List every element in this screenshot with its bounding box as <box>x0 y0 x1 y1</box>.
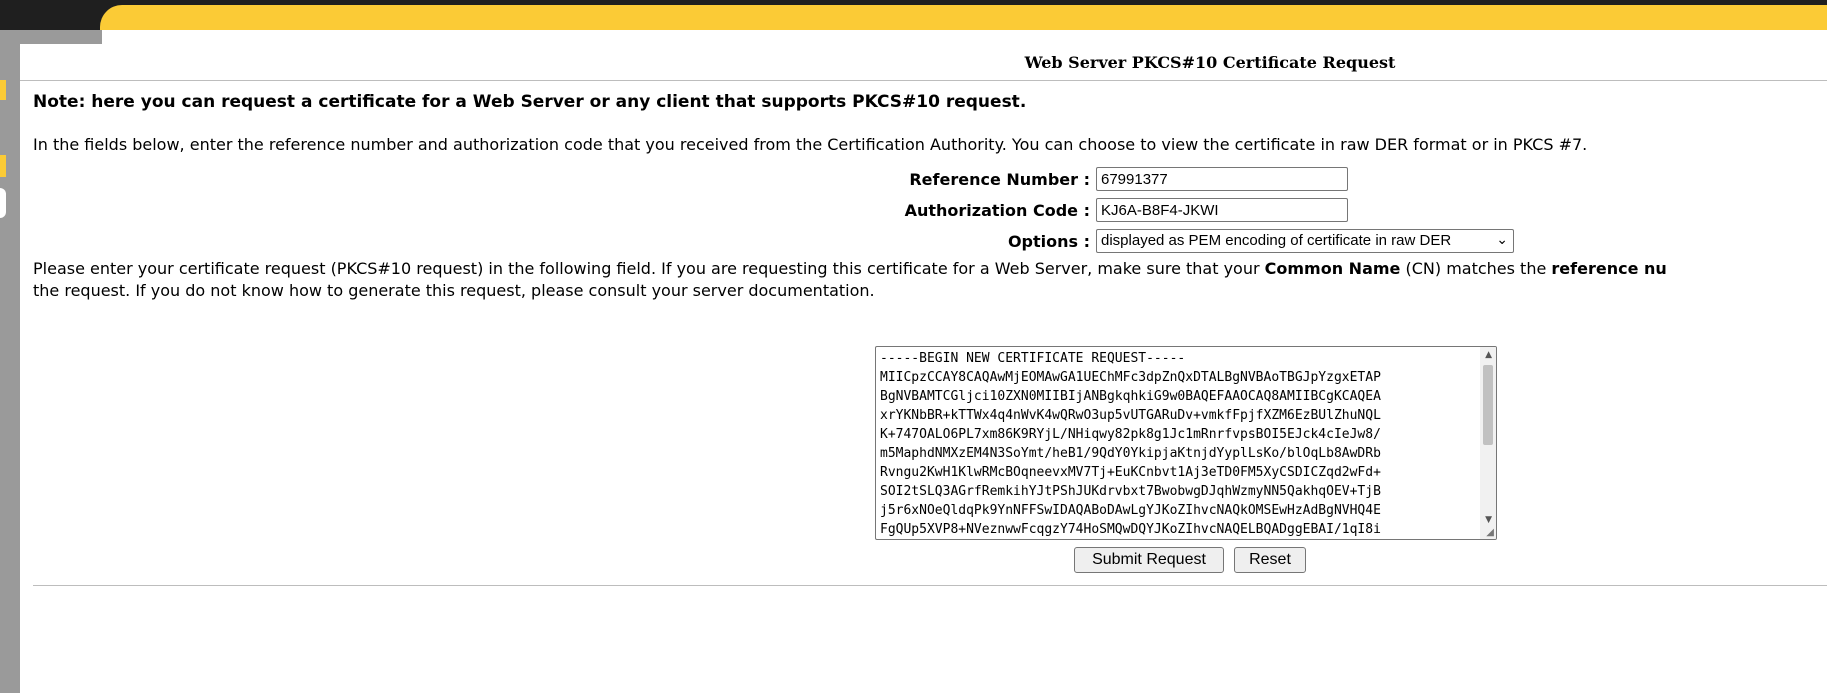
scroll-up-icon[interactable]: ▲ <box>1485 350 1492 360</box>
scroll-down-icon[interactable]: ▼ <box>1485 515 1492 525</box>
intro-text: In the fields below, enter the reference… <box>33 135 1588 154</box>
page-title: Web Server PKCS#10 Certificate Request <box>1024 53 1396 72</box>
certificate-request-text: -----BEGIN NEW CERTIFICATE REQUEST----- … <box>880 351 1381 537</box>
options-selected-value: displayed as PEM encoding of certificate… <box>1101 232 1452 249</box>
left-rail-tab[interactable] <box>0 188 6 218</box>
left-rail <box>0 30 20 693</box>
instructions-bold-reference: reference nu <box>1551 259 1667 278</box>
bottom-divider <box>33 585 1827 586</box>
header-tab-strip <box>100 5 1827 32</box>
textarea-scrollbar[interactable]: ▲ ▼ <box>1480 347 1496 539</box>
chevron-down-icon: ⌄ <box>1496 231 1508 247</box>
left-rail-marker <box>0 80 6 100</box>
authorization-code-label: Authorization Code : <box>904 201 1090 220</box>
authorization-code-input[interactable] <box>1096 198 1348 222</box>
reference-number-label: Reference Number : <box>909 170 1090 189</box>
title-divider <box>20 80 1827 81</box>
scrollbar-thumb[interactable] <box>1483 365 1493 445</box>
options-label: Options : <box>1007 232 1090 251</box>
resize-grip-icon[interactable]: ◢ <box>1486 527 1494 538</box>
submit-request-button[interactable]: Submit Request <box>1074 547 1224 573</box>
content-corner <box>20 30 102 44</box>
instructions-bold-common-name: Common Name <box>1264 259 1401 278</box>
reset-button[interactable]: Reset <box>1234 547 1306 573</box>
left-rail-marker <box>0 155 6 177</box>
instructions-part: Please enter your certificate request (P… <box>33 259 1265 278</box>
instructions-line2: the request. If you do not know how to g… <box>33 281 875 300</box>
note-text: Note: here you can request a certificate… <box>33 92 1027 112</box>
main-content: Web Server PKCS#10 Certificate Request N… <box>20 30 1827 693</box>
options-select[interactable]: displayed as PEM encoding of certificate… <box>1096 229 1514 253</box>
reference-number-input[interactable] <box>1096 167 1348 191</box>
instructions-part: (CN) matches the <box>1400 259 1552 278</box>
certificate-request-textarea[interactable]: -----BEGIN NEW CERTIFICATE REQUEST----- … <box>875 346 1497 540</box>
instructions-text: Please enter your certificate request (P… <box>33 258 1827 302</box>
